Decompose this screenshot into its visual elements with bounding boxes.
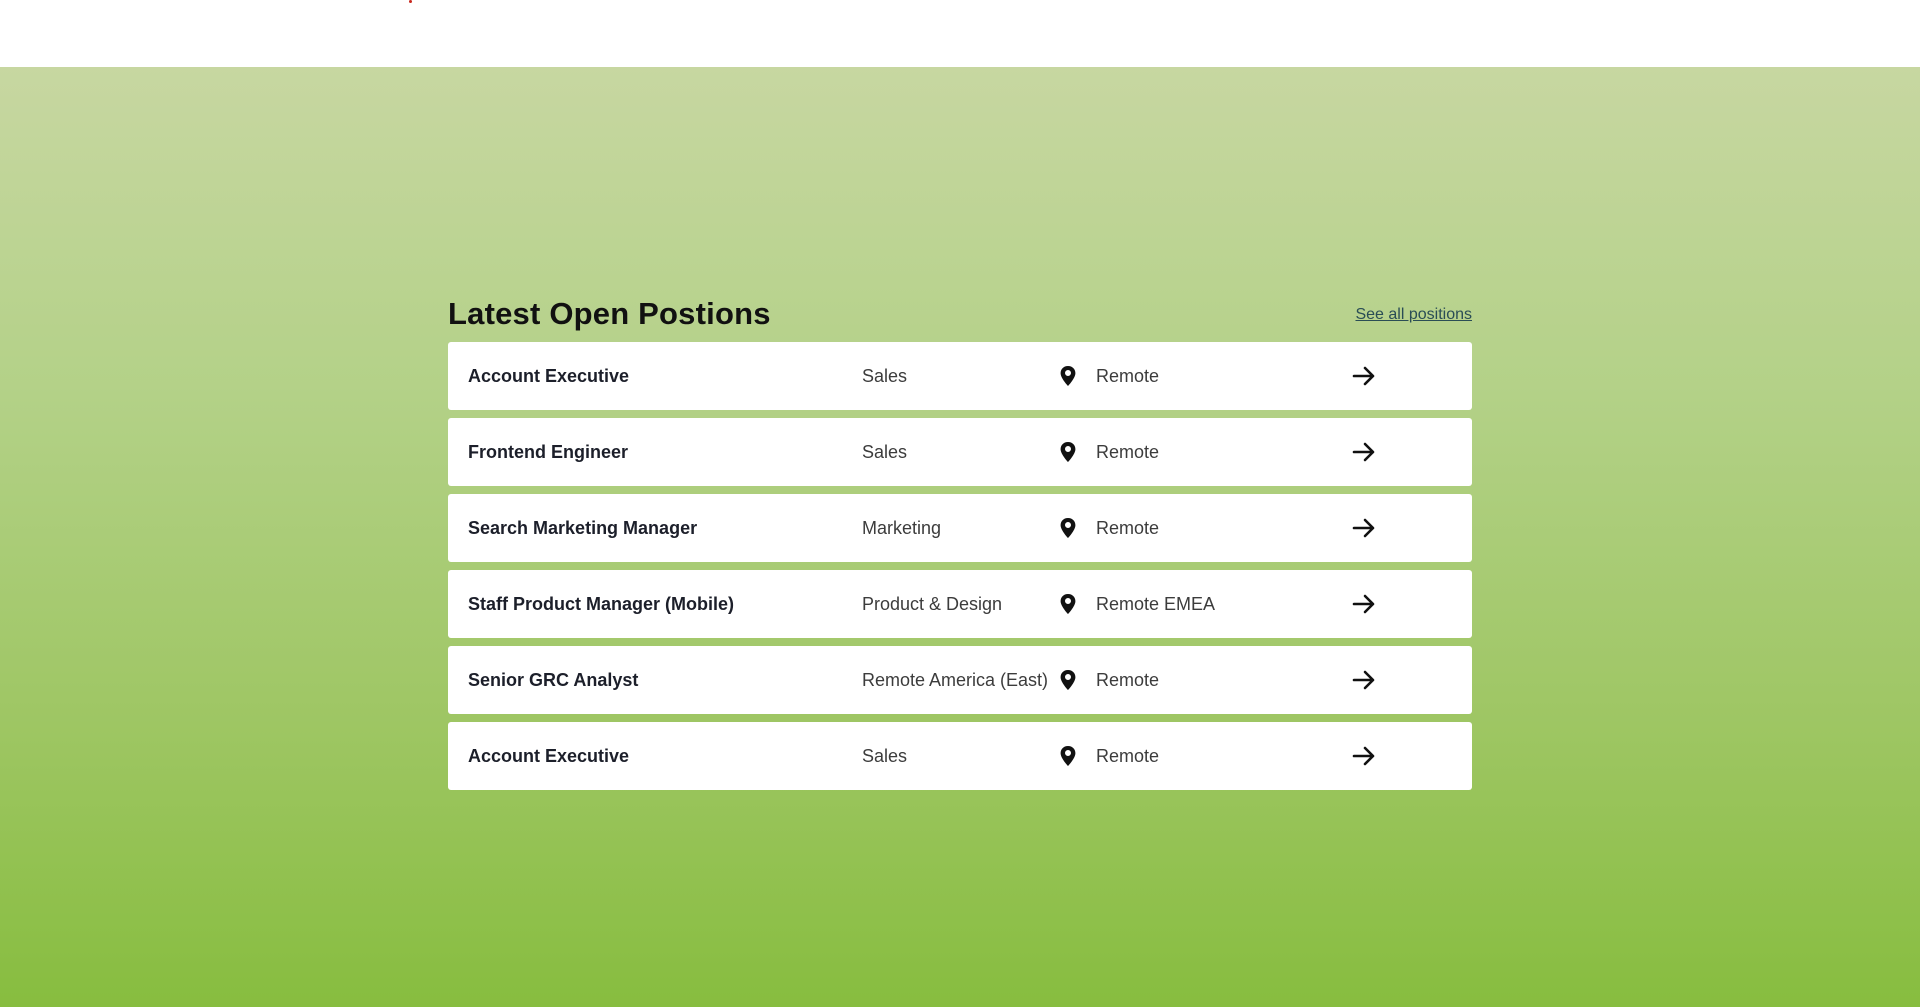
map-pin-icon: [1060, 366, 1076, 386]
see-all-positions-link[interactable]: See all positions: [1355, 306, 1472, 324]
map-pin-icon: [1060, 594, 1076, 614]
map-pin-icon: [1060, 518, 1076, 538]
job-location: Remote: [1096, 366, 1160, 386]
map-pin-icon: [1060, 746, 1076, 766]
job-department: Sales: [862, 366, 908, 386]
job-title: Account Executive: [468, 746, 630, 766]
job-title: Senior GRC Analyst: [468, 670, 639, 690]
job-title: Search Marketing Manager: [468, 518, 698, 538]
map-pin-icon: [1060, 442, 1076, 462]
open-positions-section: Latest Open Postions See all positions A…: [448, 290, 1472, 798]
job-department: Sales: [862, 442, 908, 462]
job-title: Account Executive: [468, 366, 630, 386]
arrow-right-icon[interactable]: [1352, 669, 1376, 691]
job-location: Remote: [1096, 442, 1160, 462]
arrow-right-icon[interactable]: [1352, 745, 1376, 767]
job-row[interactable]: Account Executive Sales Remote: [448, 722, 1472, 790]
job-department: Sales: [862, 746, 908, 766]
job-location: Remote EMEA: [1096, 594, 1216, 614]
job-department: Remote America (East): [862, 670, 1049, 690]
job-row[interactable]: Senior GRC Analyst Remote America (East)…: [448, 646, 1472, 714]
job-department: Marketing: [862, 518, 942, 538]
job-department: Product & Design: [862, 594, 1003, 614]
logo-fragment: [409, 0, 412, 3]
map-pin-icon: [1060, 670, 1076, 690]
job-location: Remote: [1096, 670, 1160, 690]
section-title: Latest Open Postions: [448, 296, 771, 331]
job-list: Account Executive Sales Remote Frontend …: [448, 342, 1472, 790]
arrow-right-icon[interactable]: [1352, 593, 1376, 615]
arrow-right-icon[interactable]: [1352, 365, 1376, 387]
section-header: Latest Open Postions See all positions: [448, 290, 1472, 338]
job-title: Staff Product Manager (Mobile): [468, 594, 735, 614]
job-row[interactable]: Search Marketing Manager Marketing Remot…: [448, 494, 1472, 562]
job-row[interactable]: Frontend Engineer Sales Remote: [448, 418, 1472, 486]
job-row[interactable]: Staff Product Manager (Mobile) Product &…: [448, 570, 1472, 638]
job-row[interactable]: Account Executive Sales Remote: [448, 342, 1472, 410]
job-location: Remote: [1096, 746, 1160, 766]
arrow-right-icon[interactable]: [1352, 441, 1376, 463]
job-title: Frontend Engineer: [468, 442, 629, 462]
job-location: Remote: [1096, 518, 1160, 538]
top-header-bar: [0, 0, 1920, 67]
arrow-right-icon[interactable]: [1352, 517, 1376, 539]
